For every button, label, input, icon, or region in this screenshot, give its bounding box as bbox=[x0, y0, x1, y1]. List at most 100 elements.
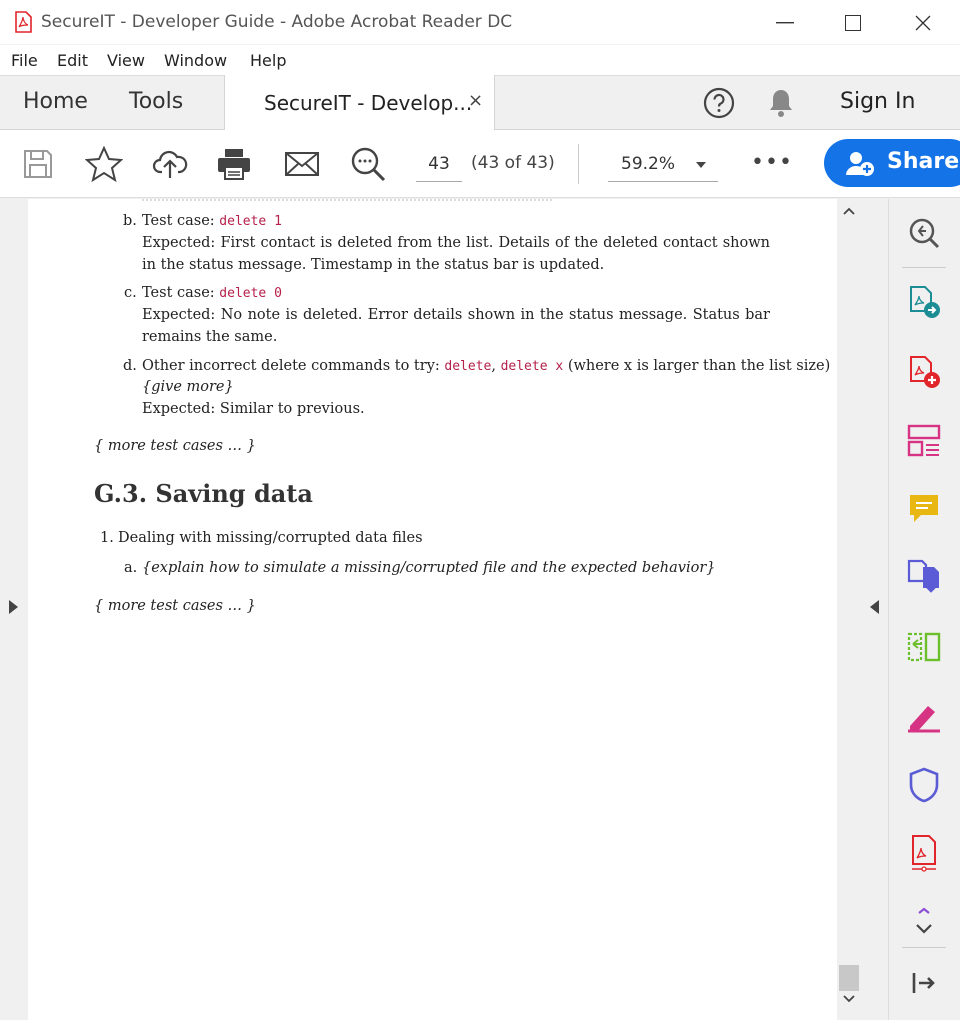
collapse-right-icon bbox=[870, 600, 879, 614]
tab-tools[interactable]: Tools bbox=[129, 89, 183, 114]
menu-edit[interactable]: Edit bbox=[57, 51, 88, 70]
sign-in-link[interactable]: Sign In bbox=[840, 89, 915, 114]
create-pdf-button[interactable] bbox=[906, 354, 942, 390]
command-code: delete x bbox=[500, 359, 564, 374]
close-icon bbox=[915, 15, 931, 30]
title-bar: SecureIT - Developer Guide - Adobe Acrob… bbox=[0, 0, 960, 45]
menu-view[interactable]: View bbox=[107, 51, 145, 70]
print-button[interactable] bbox=[214, 144, 254, 184]
give-more-note: {give more} bbox=[142, 379, 234, 395]
combine-files-icon bbox=[907, 559, 939, 593]
minimize-button[interactable] bbox=[756, 0, 814, 45]
maximize-button[interactable] bbox=[824, 0, 882, 45]
left-pane-toggle[interactable] bbox=[0, 199, 28, 1020]
export-pdf-icon bbox=[910, 286, 940, 318]
tab-bar: Home Tools SecureIT - Develop... × Sign … bbox=[0, 75, 960, 131]
command-code: delete 1 bbox=[219, 214, 282, 229]
upload-button[interactable] bbox=[150, 144, 190, 184]
printer-icon bbox=[218, 149, 250, 180]
compress-pdf-button[interactable] bbox=[906, 629, 942, 665]
more-tools-pdf-icon bbox=[912, 835, 936, 872]
list-item-simulate: {explain how to simulate a missing/corru… bbox=[142, 560, 716, 576]
share-label: Share bbox=[887, 149, 960, 174]
clipped-line bbox=[142, 199, 552, 201]
email-button[interactable] bbox=[282, 144, 322, 184]
menu-bar: File Edit View Window Help bbox=[0, 45, 960, 75]
list-number-1: 1. bbox=[100, 530, 114, 546]
fill-sign-button[interactable] bbox=[906, 699, 942, 735]
right-pane-toggle[interactable] bbox=[861, 199, 889, 1020]
expand-left-icon bbox=[9, 600, 18, 614]
list-letter-d: d. bbox=[123, 358, 137, 374]
acrobat-app-icon bbox=[15, 11, 32, 33]
zoom-tool-button[interactable] bbox=[906, 215, 942, 251]
test-case-b: Test case: delete 1 bbox=[142, 210, 770, 233]
scroll-thumb[interactable] bbox=[839, 965, 859, 991]
exit-panel-icon bbox=[912, 973, 935, 993]
cloud-upload-icon bbox=[152, 150, 188, 178]
minimize-icon bbox=[776, 21, 794, 23]
comment-button[interactable] bbox=[906, 491, 942, 527]
toolbar: 43 (43 of 43) 59.2% ••• Share bbox=[0, 130, 960, 198]
list-item-missing-data: Dealing with missing/corrupted data file… bbox=[118, 530, 423, 546]
toolbar-divider bbox=[578, 144, 579, 184]
bookmark-button[interactable] bbox=[84, 144, 124, 184]
save-icon bbox=[24, 150, 52, 178]
menu-help[interactable]: Help bbox=[250, 51, 286, 70]
share-button[interactable]: Share bbox=[824, 139, 960, 187]
fill-sign-icon bbox=[908, 706, 940, 733]
test-case-prefix: Other incorrect delete commands to try: bbox=[142, 358, 440, 374]
expected-d: Expected: Similar to previous. bbox=[142, 401, 365, 417]
combine-files-button[interactable] bbox=[906, 559, 942, 595]
test-case-prefix: Test case: bbox=[142, 285, 215, 301]
more-test-cases: { more test cases … } bbox=[94, 598, 256, 614]
tab-document[interactable]: SecureIT - Develop... × bbox=[224, 75, 495, 131]
comma: , bbox=[491, 358, 496, 374]
more-tools-button[interactable]: ••• bbox=[751, 150, 793, 175]
list-letter-c: c. bbox=[124, 285, 137, 301]
chevron-down-icon bbox=[696, 162, 706, 168]
test-case-c: Test case: delete 0 bbox=[142, 282, 770, 305]
scroll-down-icon[interactable] bbox=[843, 995, 855, 1003]
zoom-select[interactable]: 59.2% bbox=[608, 148, 718, 182]
exit-panel-button[interactable] bbox=[906, 965, 942, 1001]
save-button[interactable] bbox=[18, 144, 58, 184]
expand-collapse-button[interactable] bbox=[906, 903, 942, 939]
find-button[interactable] bbox=[348, 144, 388, 184]
add-person-icon bbox=[846, 152, 874, 176]
test-case-prefix: Test case: bbox=[142, 213, 215, 229]
expand-collapse-icon bbox=[916, 907, 932, 934]
envelope-icon bbox=[285, 152, 319, 176]
close-tab-button[interactable]: × bbox=[468, 90, 483, 111]
organize-pages-icon bbox=[907, 424, 941, 457]
page-count: (43 of 43) bbox=[471, 153, 555, 173]
close-window-button[interactable] bbox=[894, 0, 952, 45]
comment-icon bbox=[910, 495, 938, 522]
zoom-value: 59.2% bbox=[621, 154, 676, 174]
search-icon bbox=[351, 147, 386, 182]
help-icon[interactable] bbox=[703, 87, 735, 119]
document-page: b. Test case: delete 1 Expected: First c… bbox=[28, 199, 837, 1020]
export-pdf-button[interactable] bbox=[906, 284, 942, 320]
maximize-icon bbox=[845, 14, 861, 31]
expected-b: Expected: First contact is deleted from … bbox=[142, 235, 770, 273]
list-letter-a: a. bbox=[124, 560, 138, 576]
section-heading: G.3. Saving data bbox=[94, 479, 313, 508]
protect-icon bbox=[909, 767, 939, 803]
more-tools-pdf-button[interactable] bbox=[906, 835, 942, 872]
notifications-bell-icon[interactable] bbox=[766, 87, 796, 119]
tab-home[interactable]: Home bbox=[23, 89, 88, 114]
create-pdf-icon bbox=[910, 356, 940, 388]
window-title: SecureIT - Developer Guide - Adobe Acrob… bbox=[41, 12, 513, 32]
scroll-up-icon[interactable] bbox=[843, 207, 855, 215]
star-icon bbox=[85, 146, 123, 182]
organize-pages-button[interactable] bbox=[906, 423, 942, 459]
tools-panel bbox=[890, 199, 960, 1020]
vertical-scrollbar[interactable] bbox=[837, 199, 861, 1020]
list-letter-b: b. bbox=[123, 213, 137, 229]
page-number-input[interactable]: 43 bbox=[416, 148, 462, 182]
menu-file[interactable]: File bbox=[11, 51, 38, 70]
protect-button[interactable] bbox=[906, 767, 942, 803]
menu-window[interactable]: Window bbox=[164, 51, 227, 70]
more-test-cases: { more test cases … } bbox=[94, 438, 256, 454]
